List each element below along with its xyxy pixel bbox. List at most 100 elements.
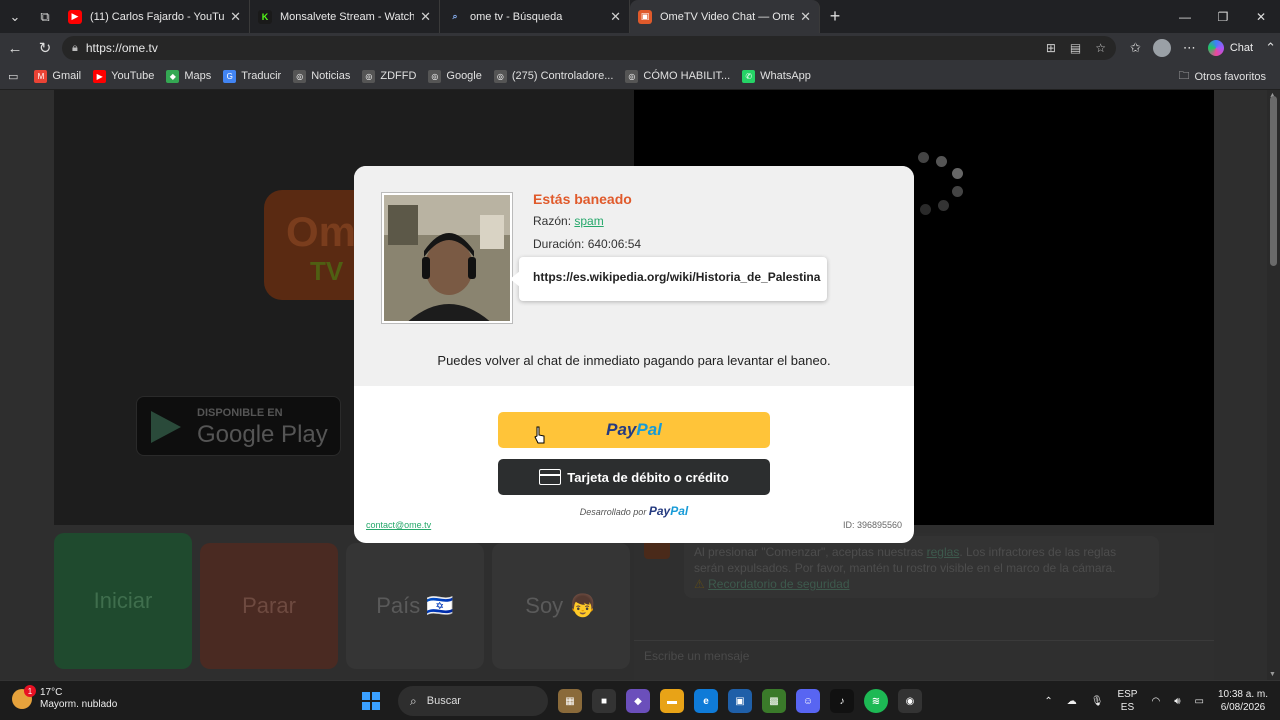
window-controls: — ❐ ✕: [1166, 0, 1280, 33]
wifi-icon[interactable]: ◠: [1151, 696, 1160, 707]
windows-taskbar: 1 17°C Mayorm. nublado ⌕ Buscar ▦ ■ ◆ ▬ …: [0, 680, 1280, 720]
contact-email-link[interactable]: contact@ome.tv: [366, 520, 431, 530]
bookmark-whatsapp[interactable]: ✆ WhatsApp: [742, 69, 811, 83]
bookmark-google[interactable]: ◎ Google: [428, 69, 482, 83]
globe-icon: ◎: [493, 69, 507, 83]
google-play-icon: [151, 411, 181, 443]
country-button[interactable]: País 🇮🇱: [346, 543, 484, 669]
copilot-chat-button[interactable]: Chat: [1207, 40, 1253, 56]
steam-icon[interactable]: ◉: [898, 689, 922, 713]
gmail-icon: M: [34, 69, 48, 83]
battery-icon[interactable]: ▭: [1195, 696, 1204, 707]
globe-icon: ◎: [362, 69, 376, 83]
favorites-icon[interactable]: ✩: [1130, 40, 1141, 56]
tab-bar: ⌄ ⧉ ▶ (11) Carlos Fajardo - YouTube ✕ K …: [0, 0, 1280, 33]
tab-actions-chevron-icon[interactable]: ⌄: [0, 0, 30, 33]
reader-view-icon[interactable]: ▤: [1070, 41, 1081, 55]
stop-button[interactable]: Parar: [200, 543, 338, 669]
close-tab-icon[interactable]: ✕: [800, 9, 811, 25]
bookmark-youtube[interactable]: ▶ YouTube: [93, 69, 154, 83]
microphone-icon[interactable]: 🎙︎: [1091, 696, 1104, 707]
close-window-icon[interactable]: ✕: [1242, 0, 1280, 33]
reason-link[interactable]: spam: [574, 214, 603, 228]
sidebar-toggle-icon[interactable]: ⌃: [1265, 40, 1276, 56]
ban-dialog: Estás baneado Razón: spam Duración: 640:…: [354, 166, 914, 543]
task-view-icon[interactable]: ■: [592, 689, 616, 713]
close-tab-icon[interactable]: ✕: [420, 9, 431, 25]
minecraft-icon[interactable]: ▩: [762, 689, 786, 713]
bookmark-como-habilitar[interactable]: ◎ CÓMO HABILIT...: [625, 69, 730, 83]
scrollbar-thumb[interactable]: [1270, 96, 1277, 266]
onedrive-cloud-icon[interactable]: ☁: [1067, 696, 1077, 707]
notification-badge: 1: [24, 685, 36, 697]
tab-ometv[interactable]: ▣ OmeTV Video Chat — Omegle Ra ✕: [630, 0, 820, 33]
taskbar-search[interactable]: ⌕ Buscar: [398, 686, 548, 716]
globe-icon: ◎: [293, 69, 307, 83]
google-play-badge[interactable]: DISPONIBLE EN Google Play: [136, 396, 341, 456]
taskbar-apps: ⌕ Buscar ▦ ■ ◆ ▬ e ▣ ▩ ☺ ♪ ≋ ◉: [362, 686, 922, 716]
system-tray: ⌃ ☁ 🎙︎ ESP ES ◠ 🔊︎ ▭ 10:38 a. m. 6/08/20…: [1044, 681, 1268, 720]
gender-button[interactable]: Soy 👦: [492, 543, 630, 669]
address-toolbar: ← ↻ 🔒︎ https://ome.tv ⊞ ▤ ☆ ✩ ⋯ Chat ⌃: [0, 33, 1280, 63]
site-info-lock-icon[interactable]: 🔒︎: [72, 42, 78, 55]
bookmark-controladores[interactable]: ◎ (275) Controladore...: [493, 69, 613, 83]
ban-reason: Razón: spam: [533, 214, 604, 228]
bookmark-noticias[interactable]: ◎ Noticias: [293, 69, 350, 83]
loading-spinner-icon: [912, 150, 972, 250]
youtube-icon: ▶: [68, 9, 82, 24]
bookmark-zdffd[interactable]: ◎ ZDFFD: [362, 69, 416, 83]
tab-youtube[interactable]: ▶ (11) Carlos Fajardo - YouTube ✕: [60, 0, 250, 33]
store-icon[interactable]: ▣: [728, 689, 752, 713]
scroll-down-icon[interactable]: ▼: [1269, 671, 1276, 678]
clock[interactable]: 10:38 a. m. 6/08/2026: [1218, 688, 1268, 714]
weather-widget[interactable]: 1 17°C Mayorm. nublado: [12, 685, 117, 711]
tiktok-icon[interactable]: ♪: [830, 689, 854, 713]
boy-icon: 👦: [569, 593, 597, 618]
back-arrow-icon[interactable]: ←: [0, 40, 30, 57]
minimize-icon[interactable]: —: [1166, 0, 1204, 33]
copilot-app-icon[interactable]: ◆: [626, 689, 650, 713]
spotify-icon[interactable]: ≋: [864, 689, 888, 713]
tray-overflow-chevron-icon[interactable]: ⌃: [1044, 696, 1052, 707]
weather-icon: 1: [12, 685, 36, 709]
whatsapp-icon: ✆: [742, 69, 756, 83]
workspaces-icon[interactable]: ⧉: [30, 0, 60, 33]
safety-reminder-link[interactable]: Recordatorio de seguridad: [708, 577, 849, 591]
rules-link[interactable]: reglas: [927, 545, 960, 559]
discord-icon[interactable]: ☺: [796, 689, 820, 713]
close-tab-icon[interactable]: ✕: [610, 9, 621, 25]
flag-icon: 🇮🇱: [426, 593, 454, 618]
translate-icon: G: [223, 69, 237, 83]
webcam-snapshot-image: [384, 195, 510, 321]
ban-id: ID: 396895560: [842, 520, 902, 530]
bookmark-gmail[interactable]: M Gmail: [34, 69, 81, 83]
volume-icon[interactable]: 🔊︎: [1174, 696, 1180, 707]
page-scrollbar[interactable]: ▲ ▼: [1267, 90, 1280, 680]
tab-search[interactable]: ⌕ ome tv - Búsqueda ✕: [440, 0, 630, 33]
bookmark-traducir[interactable]: G Traducir: [223, 69, 281, 83]
other-favorites[interactable]: 🗀 Otros favoritos: [1178, 63, 1266, 90]
file-explorer-icon[interactable]: ▬: [660, 689, 684, 713]
search-icon: ⌕: [410, 693, 417, 708]
bookmark-maps[interactable]: ◆ Maps: [166, 69, 211, 83]
edge-browser-icon[interactable]: e: [694, 689, 718, 713]
favorite-star-icon[interactable]: ☆: [1095, 41, 1106, 55]
profile-avatar[interactable]: [1152, 39, 1171, 57]
maximize-icon[interactable]: ❐: [1204, 0, 1242, 33]
start-button[interactable]: Iniciar: [54, 533, 192, 669]
widgets-icon[interactable]: ▦: [558, 689, 582, 713]
more-menu-icon[interactable]: ⋯: [1183, 40, 1196, 56]
close-tab-icon[interactable]: ✕: [230, 9, 241, 25]
input-language[interactable]: ESP ES: [1117, 688, 1137, 714]
bookmarks-menu-icon[interactable]: ▭: [8, 70, 18, 83]
tab-kick[interactable]: K Monsalvete Stream - Watch Live o ✕: [250, 0, 440, 33]
globe-icon: ◎: [625, 69, 639, 83]
new-tab-plus-icon[interactable]: +: [820, 6, 850, 27]
chat-message-input[interactable]: Escribe un mensaje: [634, 640, 1214, 668]
address-field[interactable]: 🔒︎ https://ome.tv ⊞ ▤ ☆: [62, 36, 1116, 60]
card-payment-button[interactable]: Tarjeta de débito o crédito: [498, 459, 770, 495]
reload-icon[interactable]: ↻: [30, 39, 60, 57]
split-screen-icon[interactable]: ⊞: [1046, 41, 1056, 55]
windows-start-icon[interactable]: [362, 692, 380, 710]
snapshot-photo: [382, 193, 512, 323]
